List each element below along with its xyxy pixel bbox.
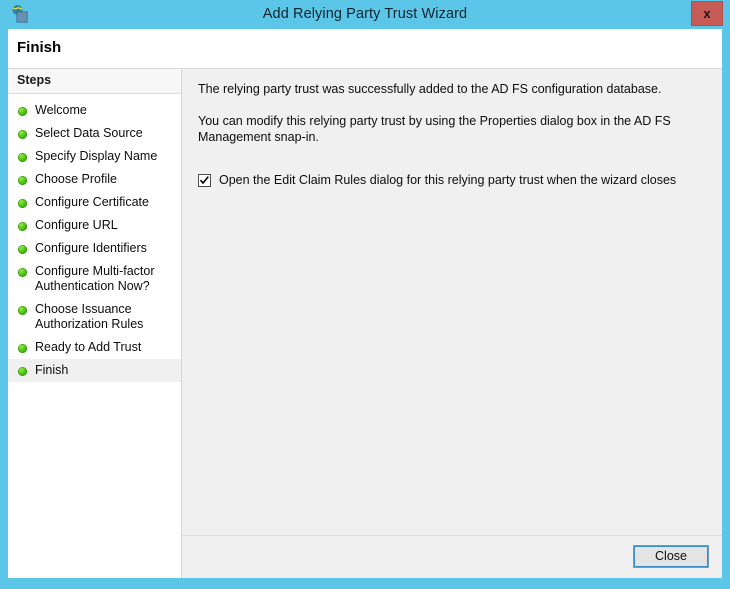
step-complete-icon xyxy=(18,268,27,277)
sidebar-item-choose-profile[interactable]: Choose Profile xyxy=(8,168,181,191)
wizard-body: Steps Welcome Select Data Source Specify… xyxy=(8,69,722,578)
sidebar-item-select-data-source[interactable]: Select Data Source xyxy=(8,122,181,145)
step-label: Configure Multi-factor Authentication No… xyxy=(35,264,155,293)
sidebar-item-configure-identifiers[interactable]: Configure Identifiers xyxy=(8,237,181,260)
checkmark-icon xyxy=(199,176,209,185)
step-complete-icon xyxy=(18,199,27,208)
sidebar-item-welcome[interactable]: Welcome xyxy=(8,99,181,122)
step-complete-icon xyxy=(18,306,27,315)
close-button[interactable]: Close xyxy=(633,545,709,568)
sidebar-item-ready-to-add-trust[interactable]: Ready to Add Trust xyxy=(8,336,181,359)
title-bar: Add Relying Party Trust Wizard x xyxy=(0,0,730,29)
steps-header: Steps xyxy=(8,69,181,94)
step-label: Specify Display Name xyxy=(35,149,158,163)
steps-header-label: Steps xyxy=(17,73,52,87)
modify-hint-message: You can modify this relying party trust … xyxy=(198,114,671,144)
step-complete-icon xyxy=(18,245,27,254)
step-complete-icon xyxy=(18,367,27,376)
step-label: Configure Certificate xyxy=(35,195,149,209)
step-complete-icon xyxy=(18,107,27,116)
success-message: The relying party trust was successfully… xyxy=(198,82,662,96)
step-label: Configure URL xyxy=(35,218,118,232)
sidebar-item-choose-issuance-authorization-rules[interactable]: Choose Issuance Authorization Rules xyxy=(8,298,181,336)
step-complete-icon xyxy=(18,130,27,139)
window-title: Add Relying Party Trust Wizard xyxy=(262,6,468,22)
step-label: Choose Issuance Authorization Rules xyxy=(35,302,144,331)
step-complete-icon xyxy=(18,176,27,185)
open-edit-claim-rules-row[interactable]: Open the Edit Claim Rules dialog for thi… xyxy=(198,173,708,188)
step-label: Finish xyxy=(35,363,69,377)
step-complete-icon xyxy=(18,153,27,162)
sidebar-item-configure-certificate[interactable]: Configure Certificate xyxy=(8,191,181,214)
open-edit-claim-rules-label: Open the Edit Claim Rules dialog for thi… xyxy=(219,173,677,187)
steps-sidebar: Steps Welcome Select Data Source Specify… xyxy=(8,69,182,578)
step-label: Welcome xyxy=(35,103,87,117)
step-complete-icon xyxy=(18,222,27,231)
sidebar-item-configure-multi-factor-authentication[interactable]: Configure Multi-factor Authentication No… xyxy=(8,260,181,298)
close-window-button[interactable]: x xyxy=(691,1,723,26)
sidebar-item-configure-url[interactable]: Configure URL xyxy=(8,214,181,237)
sidebar-item-specify-display-name[interactable]: Specify Display Name xyxy=(8,145,181,168)
page-title: Finish xyxy=(17,39,62,56)
step-complete-icon xyxy=(18,344,27,353)
open-edit-claim-rules-checkbox[interactable] xyxy=(198,174,211,187)
dialog-footer: Close xyxy=(182,535,722,578)
page-header-band: Finish xyxy=(8,29,722,69)
step-label: Choose Profile xyxy=(35,172,117,186)
wizard-window: Add Relying Party Trust Wizard x Finish … xyxy=(0,0,730,589)
content-panel: The relying party trust was successfully… xyxy=(182,69,722,578)
steps-list: Welcome Select Data Source Specify Displ… xyxy=(8,94,181,382)
sidebar-item-finish[interactable]: Finish xyxy=(8,359,181,382)
step-label: Configure Identifiers xyxy=(35,241,147,255)
content-inner: The relying party trust was successfully… xyxy=(182,69,722,535)
step-label: Ready to Add Trust xyxy=(35,340,142,354)
step-label: Select Data Source xyxy=(35,126,143,140)
